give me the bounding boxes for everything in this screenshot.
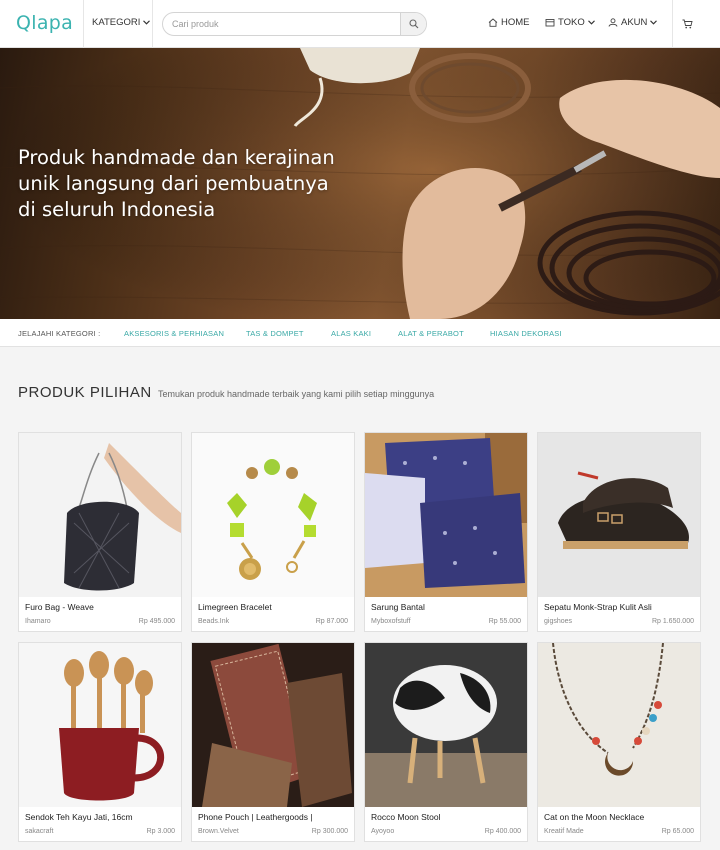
product-price: Rp 495.000 [138,618,175,625]
chevron-down-icon [587,20,595,25]
section-title: PRODUK PILIHAN [18,384,152,401]
category-link-alat[interactable]: ALAT & PERABOT [398,329,464,338]
product-seller: Ihamaro [25,618,51,625]
product-image [192,643,354,807]
product-image [538,643,700,807]
product-seller: Myboxofstuff [371,618,411,625]
hero-title: Produk handmade dan kerajinan unik langs… [18,145,378,223]
nav-home-label: HOME [501,17,530,28]
product-image [192,433,354,597]
category-link-hiasan[interactable]: HIASAN DEKORASI [490,329,562,338]
product-card[interactable]: Sendok Teh Kayu Jati, 16cm sakacraft Rp … [18,642,182,842]
search-icon [408,19,418,29]
product-price: Rp 300.000 [311,828,348,835]
category-bar: JELAJAHI KATEGORI : AKSESORIS & PERHIASA… [0,319,720,347]
hero-title-line: Produk handmade dan kerajinan [18,146,335,169]
product-price: Rp 87.000 [315,618,348,625]
product-seller: gigshoes [544,618,573,625]
product-name: Sendok Teh Kayu Jati, 16cm [25,812,133,822]
kategori-dropdown[interactable]: KATEGORI [92,17,151,28]
product-name: Furo Bag - Weave [25,602,94,612]
product-image [538,433,700,597]
nav-toko-label: TOKO [558,17,585,28]
home-icon [488,18,498,27]
nav-akun[interactable]: AKUN [608,17,658,28]
product-card[interactable]: Cat on the Moon Necklace Kreatif Made Rp… [537,642,701,842]
product-name: Sepatu Monk-Strap Kulit Asli [544,602,652,612]
product-name: Phone Pouch | Leathergoods | [198,812,313,822]
search-input[interactable] [163,13,401,35]
product-card[interactable]: Phone Pouch | Leathergoods | Brown.Velve… [191,642,355,842]
product-price: Rp 65.000 [661,828,694,835]
section-subtitle: Temukan produk handmade terbaik yang kam… [158,389,435,399]
product-seller: sakacraft [25,828,54,835]
product-image [365,433,527,597]
product-price: Rp 3.000 [146,828,175,835]
product-seller: Ayoyoo [371,828,395,835]
product-image [19,643,181,807]
kategori-label: KATEGORI [92,17,141,28]
search-button[interactable] [400,13,426,35]
product-name: Limegreen Bracelet [198,602,272,612]
product-card[interactable]: Sarung Bantal Myboxofstuff Rp 55.000 [364,432,528,632]
product-name: Rocco Moon Stool [371,812,441,822]
nav-toko[interactable]: TOKO [545,17,595,28]
product-card[interactable]: Rocco Moon Stool Ayoyoo Rp 400.000 [364,642,528,842]
header-divider [672,0,673,48]
product-seller: Beads.Ink [198,618,230,625]
product-price: Rp 1.650.000 [651,618,694,625]
hero-banner: Produk handmade dan kerajinan unik langs… [0,48,720,319]
site-header: Qlapa KATEGORI HOME TOKO AKUN [0,0,720,48]
user-icon [608,18,618,27]
product-name: Sarung Bantal [371,602,425,612]
hero-title-line: unik langsung dari pembuatnya [18,172,329,195]
cart-button[interactable] [682,16,693,34]
product-card[interactable]: Sepatu Monk-Strap Kulit Asli gigshoes Rp… [537,432,701,632]
chevron-down-icon [143,20,151,25]
hero-title-line: di seluruh Indonesia [18,198,216,221]
chevron-down-icon [650,20,658,25]
qlapa-logo[interactable]: Qlapa [16,12,73,34]
product-seller: Kreatif Made [544,828,584,835]
product-name: Cat on the Moon Necklace [544,812,645,822]
category-link-tas[interactable]: TAS & DOMPET [246,329,304,338]
header-divider [83,0,84,48]
product-price: Rp 55.000 [488,618,521,625]
product-card[interactable]: Limegreen Bracelet Beads.Ink Rp 87.000 [191,432,355,632]
product-price: Rp 400.000 [484,828,521,835]
cart-icon [682,19,693,29]
category-bar-label: JELAJAHI KATEGORI : [18,329,101,338]
store-icon [545,19,555,27]
product-image [19,433,181,597]
category-link-aksesoris[interactable]: AKSESORIS & PERHIASAN [124,329,224,338]
product-seller: Brown.Velvet [198,828,239,835]
product-card[interactable]: Furo Bag - Weave Ihamaro Rp 495.000 [18,432,182,632]
header-divider [152,0,153,48]
nav-home[interactable]: HOME [488,17,530,28]
category-link-alas-kaki[interactable]: ALAS KAKI [331,329,371,338]
search-box [162,12,427,36]
nav-akun-label: AKUN [621,17,648,28]
product-image [365,643,527,807]
